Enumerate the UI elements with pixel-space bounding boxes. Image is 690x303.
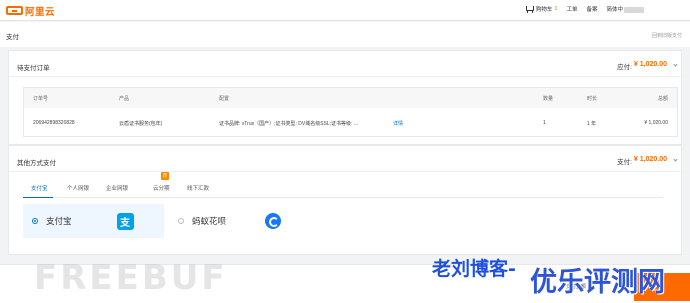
top-navbar: 阿里云 购物车 1 工单 备案 简体中 xyxy=(0,0,690,21)
active-tab-indicator xyxy=(23,196,53,198)
payment-methods-header: 其他方式支付 支付: ¥ 1,020.00 xyxy=(9,146,681,172)
alipay-label: 支付宝 xyxy=(46,216,72,226)
col-order-no: 订单号 xyxy=(33,96,49,102)
cart-icon xyxy=(525,5,534,13)
product-config: 证书品牌: vTrus（国产）;证书类型: DV域名级SSL;证书等级: ... xyxy=(219,121,358,127)
nav-language[interactable]: 简体中 xyxy=(606,5,644,13)
huabei-icon xyxy=(265,213,282,229)
col-config: 配置 xyxy=(219,96,230,102)
language-label: 简体中 xyxy=(606,7,623,13)
table-row: 206942898320828 云盾证书服务(包年) 证书品牌: vTrus（国… xyxy=(24,108,677,137)
col-duration: 时长 xyxy=(587,96,598,102)
tab-installment[interactable]: 云分期 xyxy=(153,184,170,192)
freebuf-watermark: FREEBUF xyxy=(34,258,228,298)
payment-methods-card: 其他方式支付 支付: ¥ 1,020.00 支付宝 个人网银 企业网银 云分期 … xyxy=(8,145,682,255)
blog-watermark: 老刘博客- xyxy=(432,258,516,280)
pending-order-card: 待支付订单 应付: ¥ 1,020.00 订单号 产品 配置 数量 时长 总额 … xyxy=(8,50,682,145)
alipay-icon: 支 xyxy=(116,212,134,230)
pending-order-header: 待支付订单 应付: ¥ 1,020.00 xyxy=(9,51,681,77)
legacy-pay-link[interactable]: 回到旧版支付 xyxy=(652,32,682,39)
product-name: 云盾证书服务(包年) xyxy=(119,121,163,127)
option-huabei[interactable]: 蚂蚁花呗 xyxy=(169,204,319,238)
duration-value: 1 年 xyxy=(587,121,597,127)
pay-total: 支付: ¥ 1,020.00 xyxy=(617,156,667,166)
huabei-label: 蚂蚁花呗 xyxy=(192,216,227,226)
cart-label: 购物车 xyxy=(535,7,553,13)
aliyun-logo-icon xyxy=(6,6,23,15)
amount-due-label: 应付: xyxy=(617,64,632,71)
radio-alipay[interactable] xyxy=(32,218,38,224)
logo-text: 阿里云 xyxy=(25,6,56,18)
col-product: 产品 xyxy=(119,96,130,102)
site-watermark: 优乐评测网 xyxy=(530,267,665,298)
amount-due: 应付: ¥ 1,020.00 xyxy=(617,61,667,71)
option-alipay[interactable]: 支付宝 支 xyxy=(23,204,164,238)
pay-total-label: 支付: xyxy=(617,159,632,166)
pending-order-title: 待支付订单 xyxy=(17,65,50,72)
order-table: 订单号 产品 配置 数量 时长 总额 206942898320828 云盾证书服… xyxy=(23,87,678,137)
pay-total-value: ¥ 1,020.00 xyxy=(633,156,667,163)
cart-count: 1 xyxy=(554,6,558,12)
chevron-down-icon[interactable] xyxy=(673,157,678,162)
recommended-badge: 荐 xyxy=(161,172,169,180)
page-header: 支付 回到旧版支付 xyxy=(0,22,690,47)
row-total: ¥ 1,020.00 xyxy=(644,120,668,126)
chevron-down-icon[interactable] xyxy=(673,62,678,67)
tab-alipay[interactable]: 支付宝 xyxy=(31,184,48,192)
detail-link[interactable]: 详情 xyxy=(393,120,403,127)
quantity-value: 1 xyxy=(543,120,546,126)
nav-filing[interactable]: 备案 xyxy=(586,5,597,13)
payment-methods-title: 其他方式支付 xyxy=(17,160,56,167)
nav-ticket[interactable]: 工单 xyxy=(566,5,577,13)
amount-due-value: ¥ 1,020.00 xyxy=(633,61,667,68)
page-title: 支付 xyxy=(6,34,19,41)
aliyun-logo[interactable]: 阿里云 xyxy=(6,4,56,18)
radio-huabei[interactable] xyxy=(178,218,184,224)
col-quantity: 数量 xyxy=(543,96,554,102)
col-total: 总额 xyxy=(657,96,668,102)
tab-corporate-bank[interactable]: 企业网银 xyxy=(106,184,128,192)
top-nav: 购物车 1 工单 备案 简体中 xyxy=(525,5,644,13)
blurred-user-info xyxy=(624,6,644,13)
order-number: 206942898320828 xyxy=(33,120,75,126)
cart-link[interactable]: 购物车 1 xyxy=(525,5,558,13)
table-header: 订单号 产品 配置 数量 时长 总额 xyxy=(24,88,677,108)
tab-offline-transfer[interactable]: 线下汇款 xyxy=(187,184,209,192)
tab-personal-bank[interactable]: 个人网银 xyxy=(67,184,89,192)
payment-tabs: 支付宝 个人网银 企业网银 云分期 荐 线下汇款 xyxy=(23,172,663,198)
